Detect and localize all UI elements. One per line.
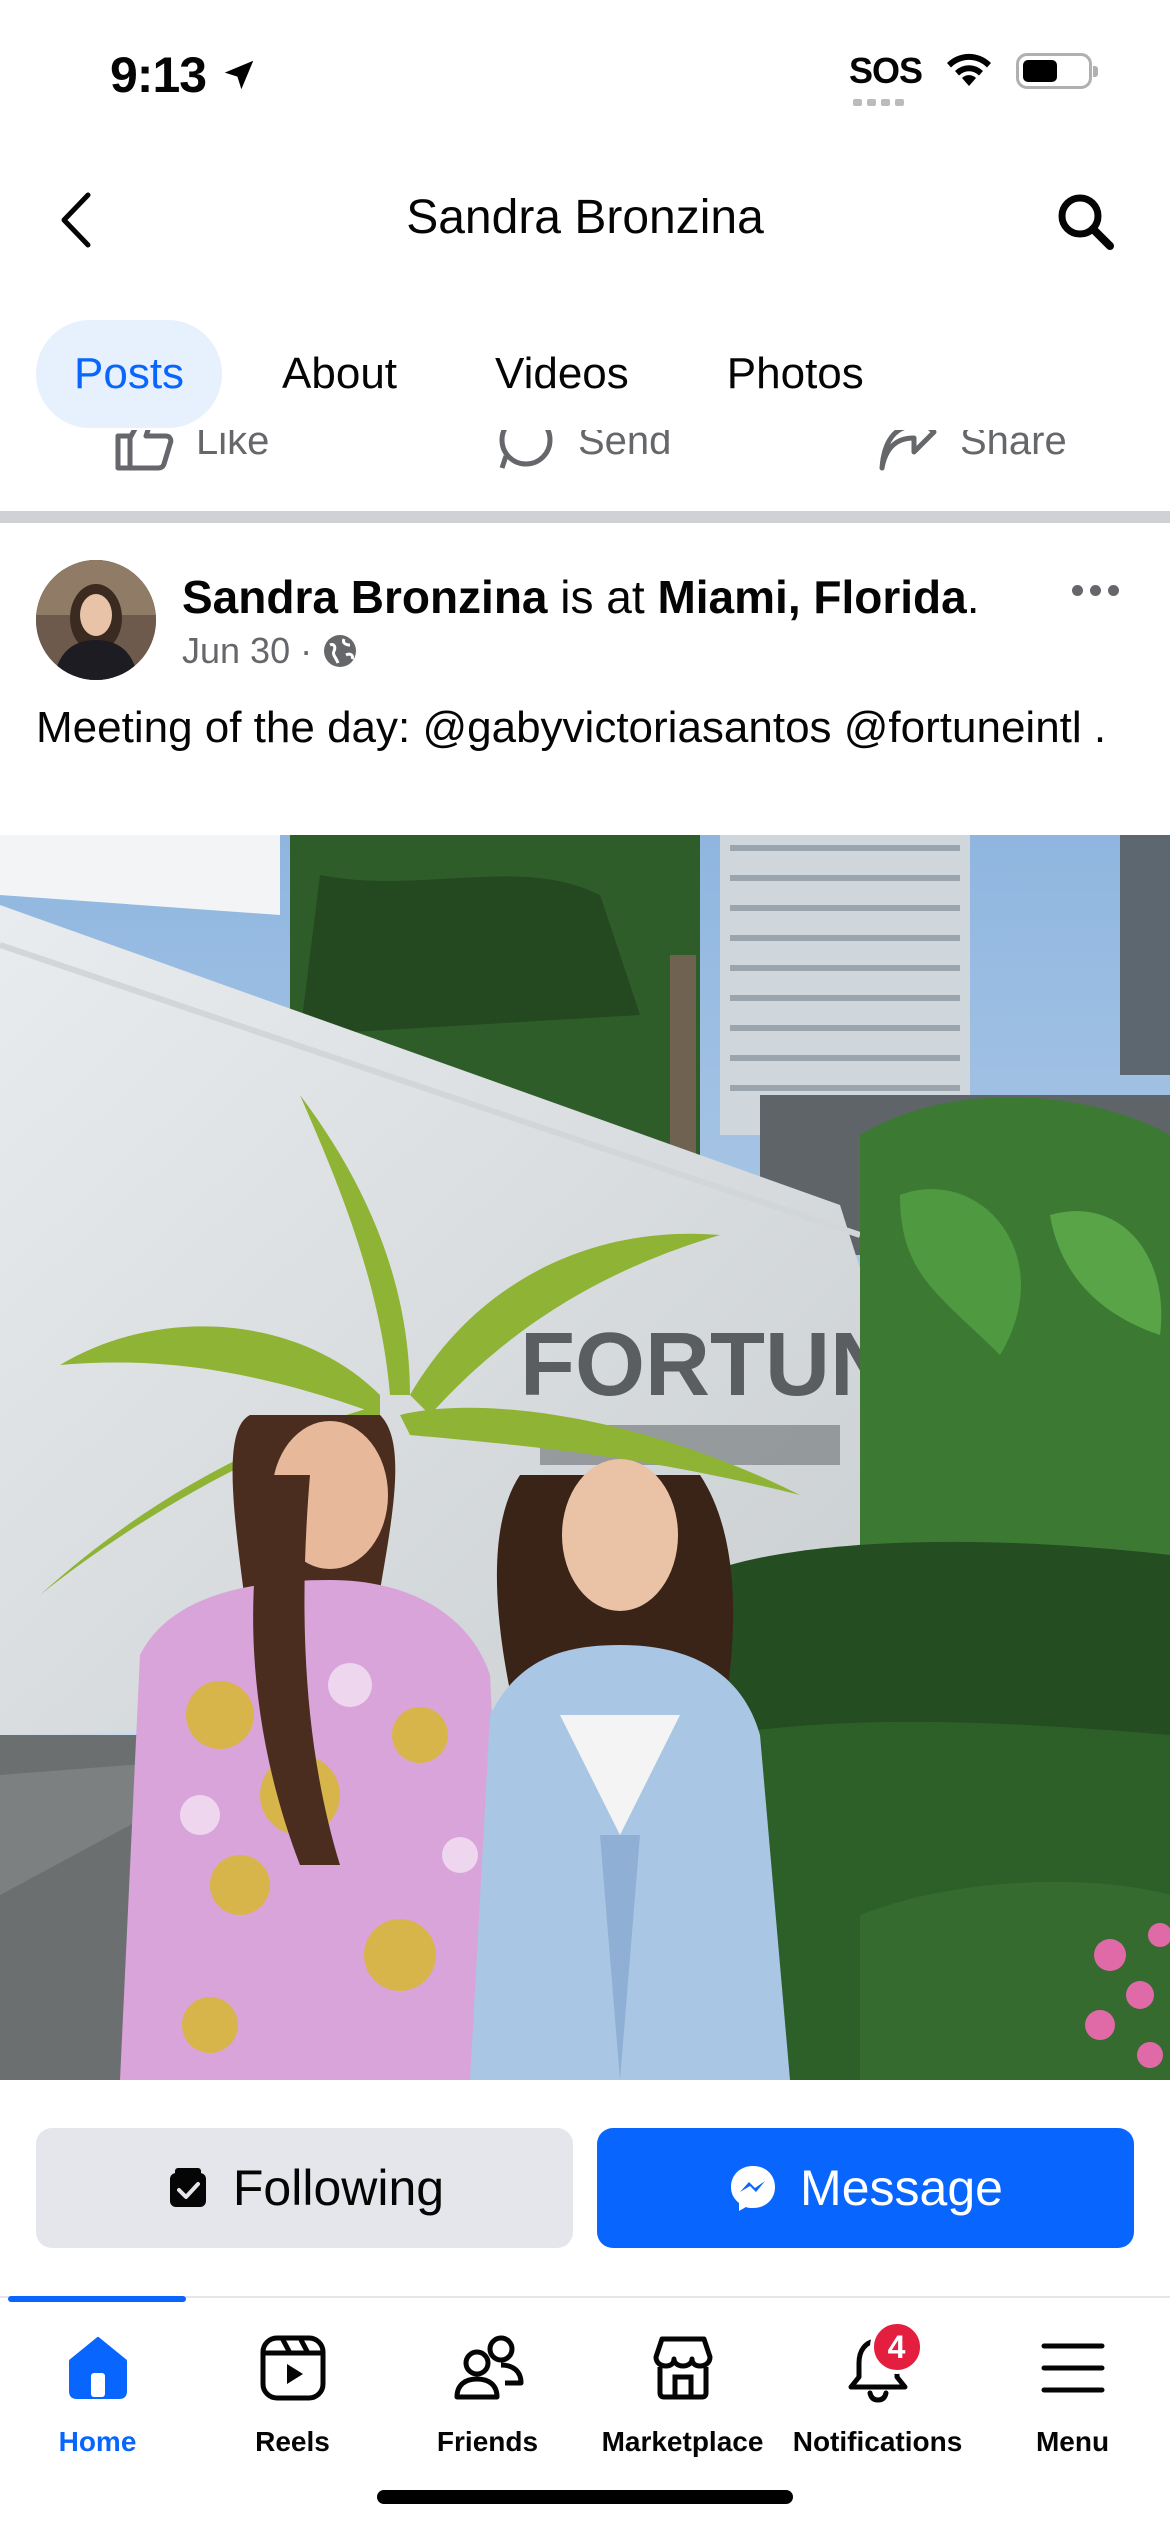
search-icon <box>1058 194 1114 250</box>
nav-notifications[interactable]: 4 Notifications <box>780 2320 975 2458</box>
whatsapp-icon <box>499 430 553 469</box>
active-tab-indicator <box>8 2296 186 2302</box>
post-text: Meeting of the day: @gabyvictoriasantos … <box>36 703 1107 752</box>
following-button[interactable]: Following <box>36 2128 573 2248</box>
marketplace-icon <box>653 2336 712 2400</box>
time-text: 9:13 <box>110 47 207 103</box>
search-button[interactable] <box>1050 186 1120 256</box>
home-icon <box>68 2337 127 2399</box>
tab-posts[interactable]: Posts <box>36 320 223 428</box>
avatar[interactable] <box>36 560 156 680</box>
section-divider <box>0 511 1170 523</box>
status-bar: 9:13 SOS <box>0 0 1170 150</box>
post-date[interactable]: Jun 30 <box>182 630 290 672</box>
previous-post-actions: Like Send Share <box>0 430 1170 510</box>
more-dot-icon <box>1071 584 1083 596</box>
share-label: Share <box>960 430 1067 463</box>
menu-icon <box>1041 2343 1104 2393</box>
photo-illustration: FORTUNE <box>0 835 1170 2080</box>
message-label: Message <box>800 2160 1003 2216</box>
post-header: Sandra Bronzina is at Miami, Florida. Ju… <box>0 530 1170 700</box>
profile-tabs: Posts About Videos Photos <box>36 320 924 430</box>
more-dot-icon <box>1089 584 1101 596</box>
following-check-icon <box>169 2168 206 2207</box>
location-connector: is at <box>547 571 658 623</box>
notification-badge: 4 <box>869 2320 924 2374</box>
profile-actions: Following Message <box>36 2128 1134 2248</box>
post-options-button[interactable] <box>1060 570 1130 610</box>
post-author-line: Sandra Bronzina is at Miami, Florida. <box>182 570 980 624</box>
like-icon <box>115 430 174 471</box>
sos-text: SOS <box>848 50 923 91</box>
nav-reels-label: Reels <box>255 2426 330 2457</box>
nav-home[interactable]: Home <box>0 2328 195 2458</box>
friends-icon <box>454 2335 523 2400</box>
following-label: Following <box>232 2160 445 2216</box>
message-button[interactable]: Message <box>597 2128 1134 2248</box>
location-arrow-icon <box>224 60 254 90</box>
send-label: Send <box>578 430 672 463</box>
home-indicator <box>377 2490 793 2504</box>
nav-menu[interactable]: Menu <box>975 2328 1170 2458</box>
like-button[interactable]: Like <box>112 430 269 472</box>
like-label: Like <box>196 430 270 463</box>
page-title: Sandra Bronzina <box>406 191 764 244</box>
nav-menu-label: Menu <box>1035 2426 1110 2457</box>
nav-marketplace[interactable]: Marketplace <box>585 2328 780 2458</box>
location-name[interactable]: Miami, Florida <box>657 571 966 623</box>
nav-notifications-label: Notifications <box>792 2426 963 2457</box>
post-photo[interactable]: FORTUNE <box>0 835 1170 2080</box>
globe-icon <box>324 635 357 667</box>
tab-photos[interactable]: Photos <box>689 320 902 428</box>
profile-header: Sandra Bronzina <box>0 160 1170 280</box>
more-dot-icon <box>1107 584 1119 596</box>
reels-icon <box>260 2335 325 2401</box>
sos-indicator: SOS <box>848 50 923 106</box>
tab-videos[interactable]: Videos <box>457 320 667 428</box>
meta-dot: · <box>300 630 313 671</box>
wifi-icon <box>947 53 991 86</box>
status-time: 9:13 <box>110 46 258 104</box>
avatar-image <box>36 560 156 680</box>
nav-friends-label: Friends <box>436 2426 539 2457</box>
tab-about[interactable]: About <box>244 320 435 428</box>
battery-icon <box>1016 53 1098 89</box>
send-button[interactable]: Send <box>494 430 671 472</box>
post-meta: Jun 30 · <box>182 630 358 672</box>
status-indicators: SOS <box>848 50 1098 106</box>
nav-marketplace-label: Marketplace <box>601 2426 764 2457</box>
share-icon <box>879 430 937 471</box>
nav-home-label: Home <box>58 2426 137 2457</box>
nav-friends[interactable]: Friends <box>390 2328 585 2458</box>
share-button[interactable]: Share <box>876 430 1067 472</box>
author-name[interactable]: Sandra Bronzina <box>182 571 548 623</box>
nav-reels[interactable]: Reels <box>195 2328 390 2458</box>
messenger-icon <box>731 2166 776 2211</box>
location-suffix: . <box>966 571 980 623</box>
